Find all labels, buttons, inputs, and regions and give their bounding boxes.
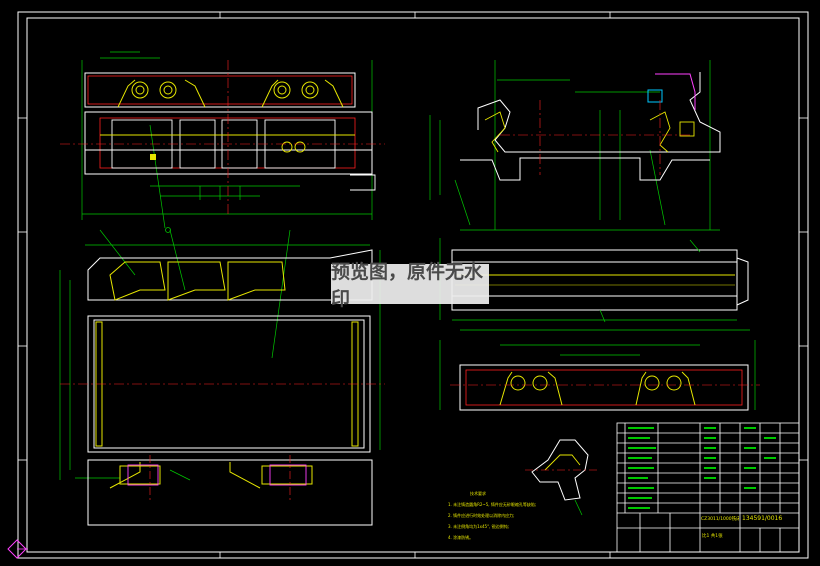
front-elevation-view bbox=[60, 51, 385, 233]
preview-watermark: 预览图，原件无水印 bbox=[331, 261, 489, 310]
note-item-2: 2. 铸件应进行时效处理以消除内应力; bbox=[448, 513, 515, 518]
notes-heading: 技术要求 bbox=[470, 491, 486, 496]
lower-elevation-view bbox=[439, 329, 760, 411]
title-block-drawing-name: CZ3011/1000铣床床身 bbox=[701, 517, 739, 522]
title-block-drawing-code: 134591/0016 bbox=[742, 515, 783, 522]
technical-notes: 技术要求 1. 未注铸造圆角R2~5, 铸件应无砂眼缩孔等缺陷; 2. 铸件应进… bbox=[448, 488, 608, 543]
note-item-1: 1. 未注铸造圆角R2~5, 铸件应无砂眼缩孔等缺陷; bbox=[448, 502, 537, 507]
ucs-axis-icon bbox=[7, 539, 28, 559]
cross-section-view bbox=[429, 60, 721, 231]
note-item-3: 3. 未注倒角均为1x45°, 锐边倒钝; bbox=[448, 524, 509, 529]
title-block-cell-text bbox=[628, 427, 776, 509]
note-item-4: 4. 涂漆防锈。 bbox=[448, 535, 474, 540]
title-block-sheet-label: 比1 共1张 bbox=[702, 534, 723, 539]
